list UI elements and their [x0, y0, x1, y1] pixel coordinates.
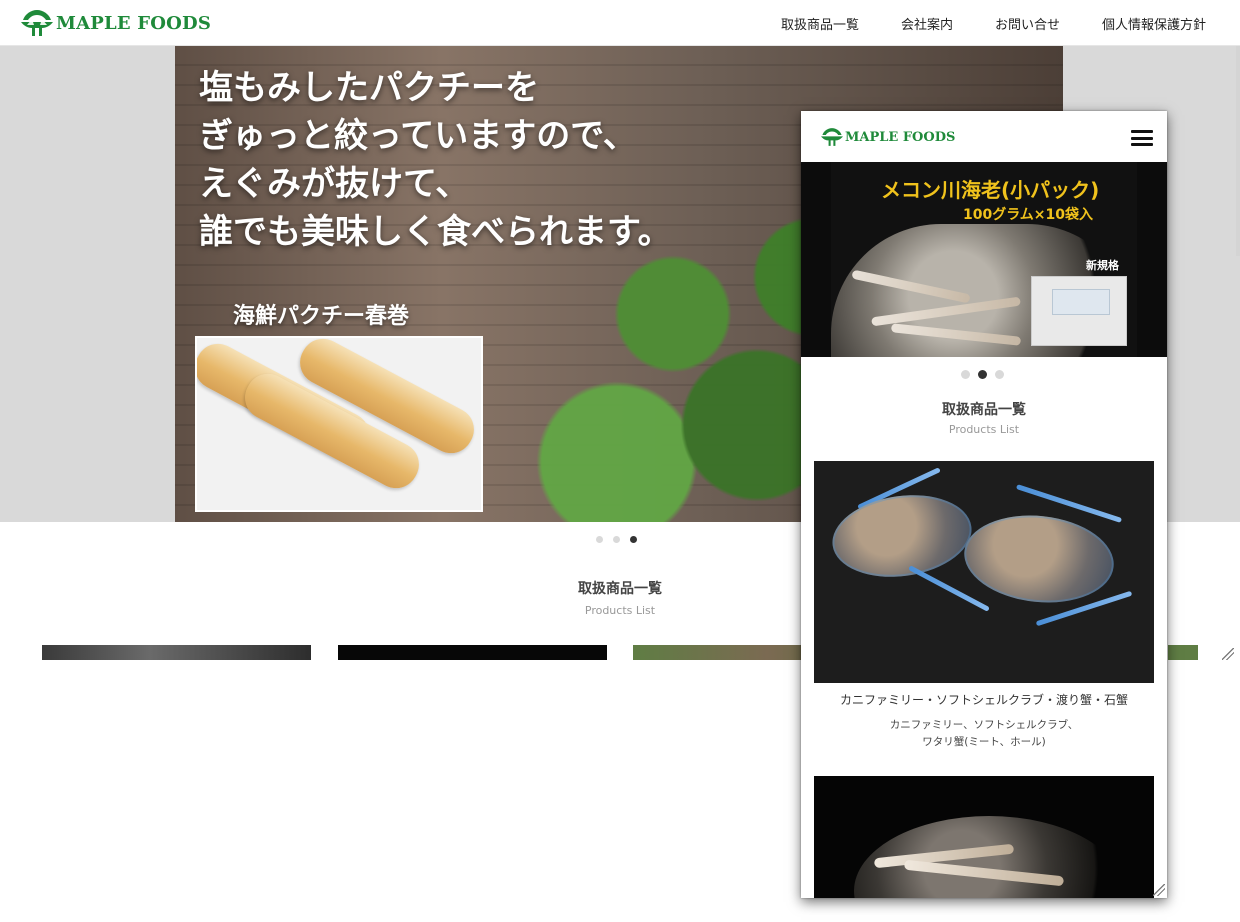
hero-headline: 塩もみしたパクチーを ぎゅっと絞っていますので、 えぐみが抜けて、 誰でも美味し… [199, 64, 672, 256]
mobile-banner-image: 新規格 メコン川海老(小パック) 100グラム×10袋入 [831, 162, 1137, 357]
hamburger-menu-icon[interactable] [1131, 130, 1153, 146]
site-logo[interactable]: MAPLE FOODS [18, 8, 211, 38]
nav-privacy[interactable]: 個人情報保護方針 [1102, 14, 1206, 33]
banner-subtitle: 100グラム×10袋入 [963, 207, 1094, 223]
nav-products[interactable]: 取扱商品一覧 [781, 14, 859, 33]
resize-grip-icon[interactable] [1222, 648, 1234, 660]
mobile-banner[interactable]: 新規格 メコン川海老(小パック) 100グラム×10袋入 [801, 162, 1167, 357]
slide-dot-3[interactable] [630, 536, 637, 543]
hamburger-bar [1131, 143, 1153, 146]
hero-product-label: 海鮮パクチー春巻 [233, 304, 410, 329]
product-tile[interactable] [42, 645, 311, 660]
hero-slide-dots [596, 536, 637, 543]
slide-dot-1[interactable] [596, 536, 603, 543]
mobile-preview-panel: MAPLE FOODS 新規格 メコン川海老(小パック) 100グラム×10袋入… [801, 111, 1167, 898]
product-card-title[interactable]: カニファミリー・ソフトシェルクラブ・渡り蟹・石蟹 [801, 691, 1167, 708]
product-card-description-line-2: ワタリ蟹(ミート、ホール) [922, 736, 1046, 748]
maple-leaf-logo-icon [21, 10, 53, 36]
nav-company[interactable]: 会社案内 [901, 14, 953, 33]
mobile-brand-name: MAPLE FOODS [845, 129, 956, 145]
banner-title: メコン川海老(小パック) [881, 178, 1100, 202]
crab [959, 508, 1119, 610]
mobile-logo[interactable]: MAPLE FOODS [819, 126, 955, 148]
product-card-description: カニファミリー、ソフトシェルクラブ、 ワタリ蟹(ミート、ホール) [801, 717, 1167, 751]
spring-roll-image [195, 336, 483, 512]
hamburger-bar [1131, 136, 1153, 140]
hero-headline-line-1: 塩もみしたパクチーを [199, 68, 539, 108]
hero-headline-line-4: 誰でも美味しく食べられます。 [199, 212, 672, 252]
slide-dot-2[interactable] [613, 536, 620, 543]
hero-headline-line-2: ぎゅっと絞っていますので、 [199, 116, 637, 156]
main-nav: 取扱商品一覧 会社案内 お問い合せ 個人情報保護方針 [781, 14, 1206, 33]
mobile-slide-dot-3[interactable] [995, 370, 1004, 379]
mobile-section-subtitle: Products List [948, 423, 1020, 436]
product-tile[interactable] [1168, 645, 1198, 660]
hero-headline-line-3: えぐみが抜けて、 [199, 164, 470, 204]
maple-leaf-logo-icon [821, 128, 843, 146]
product-package [1031, 276, 1127, 346]
mobile-section-title: 取扱商品一覧 [942, 402, 1026, 418]
mobile-slide-dot-2[interactable] [978, 370, 987, 379]
brand-name: MAPLE FOODS [56, 12, 212, 34]
product-card-crab-image[interactable] [814, 461, 1154, 683]
product-tile[interactable] [338, 645, 607, 660]
resize-grip-icon[interactable] [1153, 884, 1165, 896]
crab [827, 486, 977, 586]
mobile-slide-dots [961, 370, 1004, 379]
hamburger-bar [1131, 130, 1153, 133]
site-header: MAPLE FOODS 取扱商品一覧 会社案内 お問い合せ 個人情報保護方針 [0, 0, 1240, 46]
product-card-shrimp-image[interactable] [814, 776, 1154, 898]
mobile-header: MAPLE FOODS [801, 111, 1167, 162]
mobile-slide-dot-1[interactable] [961, 370, 970, 379]
scrollbar[interactable] [1236, 46, 1240, 256]
nav-contact[interactable]: お問い合せ [995, 14, 1060, 33]
banner-tag: 新規格 [1086, 259, 1119, 272]
product-card-description-line-1: カニファミリー、ソフトシェルクラブ、 [889, 719, 1079, 731]
